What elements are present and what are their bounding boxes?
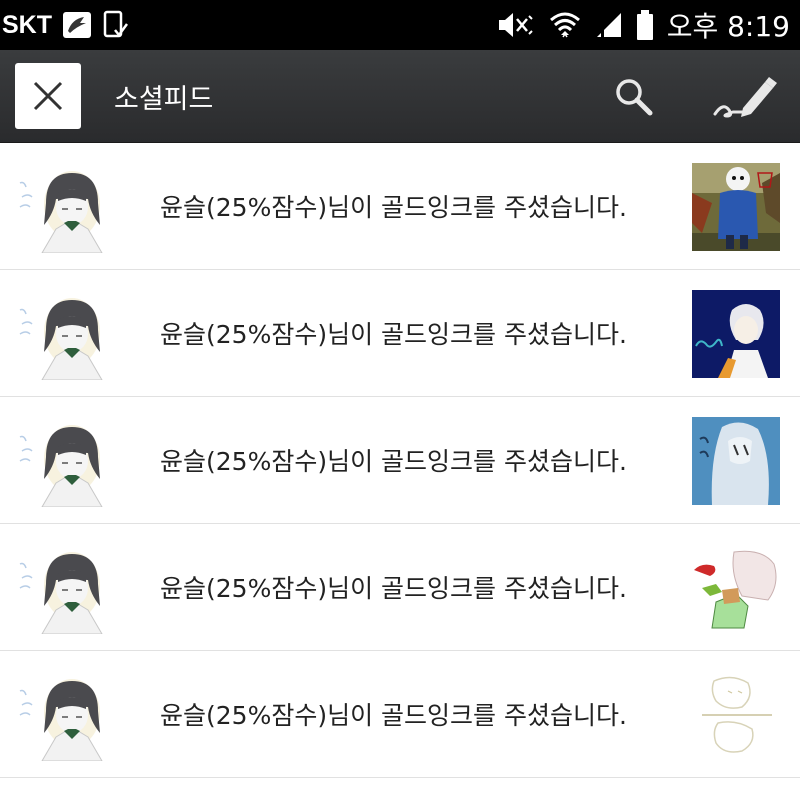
screenshot-icon	[102, 10, 128, 40]
feed-item-thumbnail[interactable]	[692, 290, 780, 378]
wifi-icon	[549, 10, 581, 40]
avatar[interactable]	[16, 163, 108, 253]
write-button[interactable]	[706, 68, 786, 124]
search-icon	[616, 79, 653, 116]
feed-item[interactable]: 윤슬(25%잠수)님이 골드잉크를 주셨습니다.	[0, 270, 800, 397]
feed-item[interactable]: 윤슬(25%잠수)님이 골드잉크를 주셨습니다.	[0, 143, 800, 270]
search-button[interactable]	[606, 72, 662, 122]
status-bar: SKT 오후 8:19	[0, 0, 800, 50]
feed-item-text: 윤슬(25%잠수)님이 골드잉크를 주셨습니다.	[160, 701, 627, 730]
feed-item-thumbnail[interactable]	[692, 417, 780, 505]
close-icon	[33, 81, 63, 111]
feed-item-thumbnail[interactable]	[692, 163, 780, 251]
feed-item[interactable]: 윤슬(25%잠수)님이 골드잉크를 주셨습니다.	[0, 651, 800, 778]
signal-icon	[595, 11, 623, 39]
avatar[interactable]	[16, 671, 108, 761]
feed-item[interactable]: 윤슬(25%잠수)님이 골드잉크를 주셨습니다.	[0, 524, 800, 651]
mute-icon	[497, 10, 535, 40]
avatar[interactable]	[16, 544, 108, 634]
feed-item[interactable]: 윤슬(25%잠수)님이 골드잉크를 주셨습니다.	[0, 397, 800, 524]
feed-item-text: 윤슬(25%잠수)님이 골드잉크를 주셨습니다.	[160, 193, 627, 222]
feed-item-text: 윤슬(25%잠수)님이 골드잉크를 주셨습니다.	[160, 447, 627, 476]
clock: 오후 8:19	[666, 10, 790, 43]
action-bar: 소셜피드	[0, 50, 800, 143]
feed-item-text: 윤슬(25%잠수)님이 골드잉크를 주셨습니다.	[160, 320, 627, 349]
avatar[interactable]	[16, 417, 108, 507]
status-left: SKT	[2, 0, 128, 50]
feed-item-thumbnail[interactable]	[692, 544, 780, 632]
status-right: 오후 8:19	[483, 0, 790, 50]
feed-item-text: 윤슬(25%잠수)님이 골드잉크를 주셨습니다.	[160, 574, 627, 603]
pen-icon	[713, 77, 777, 118]
avatar[interactable]	[16, 290, 108, 380]
page-title: 소셜피드	[114, 83, 214, 115]
feed-item-thumbnail[interactable]	[692, 671, 780, 759]
social-feed-list: 윤슬(25%잠수)님이 골드잉크를 주셨습니다. 윤슬(25%잠수)님이 골드잉…	[0, 143, 800, 778]
carrier-label: SKT	[2, 10, 52, 39]
battery-icon	[636, 10, 653, 40]
close-button[interactable]	[15, 63, 81, 129]
notification-app-icon	[62, 11, 92, 39]
